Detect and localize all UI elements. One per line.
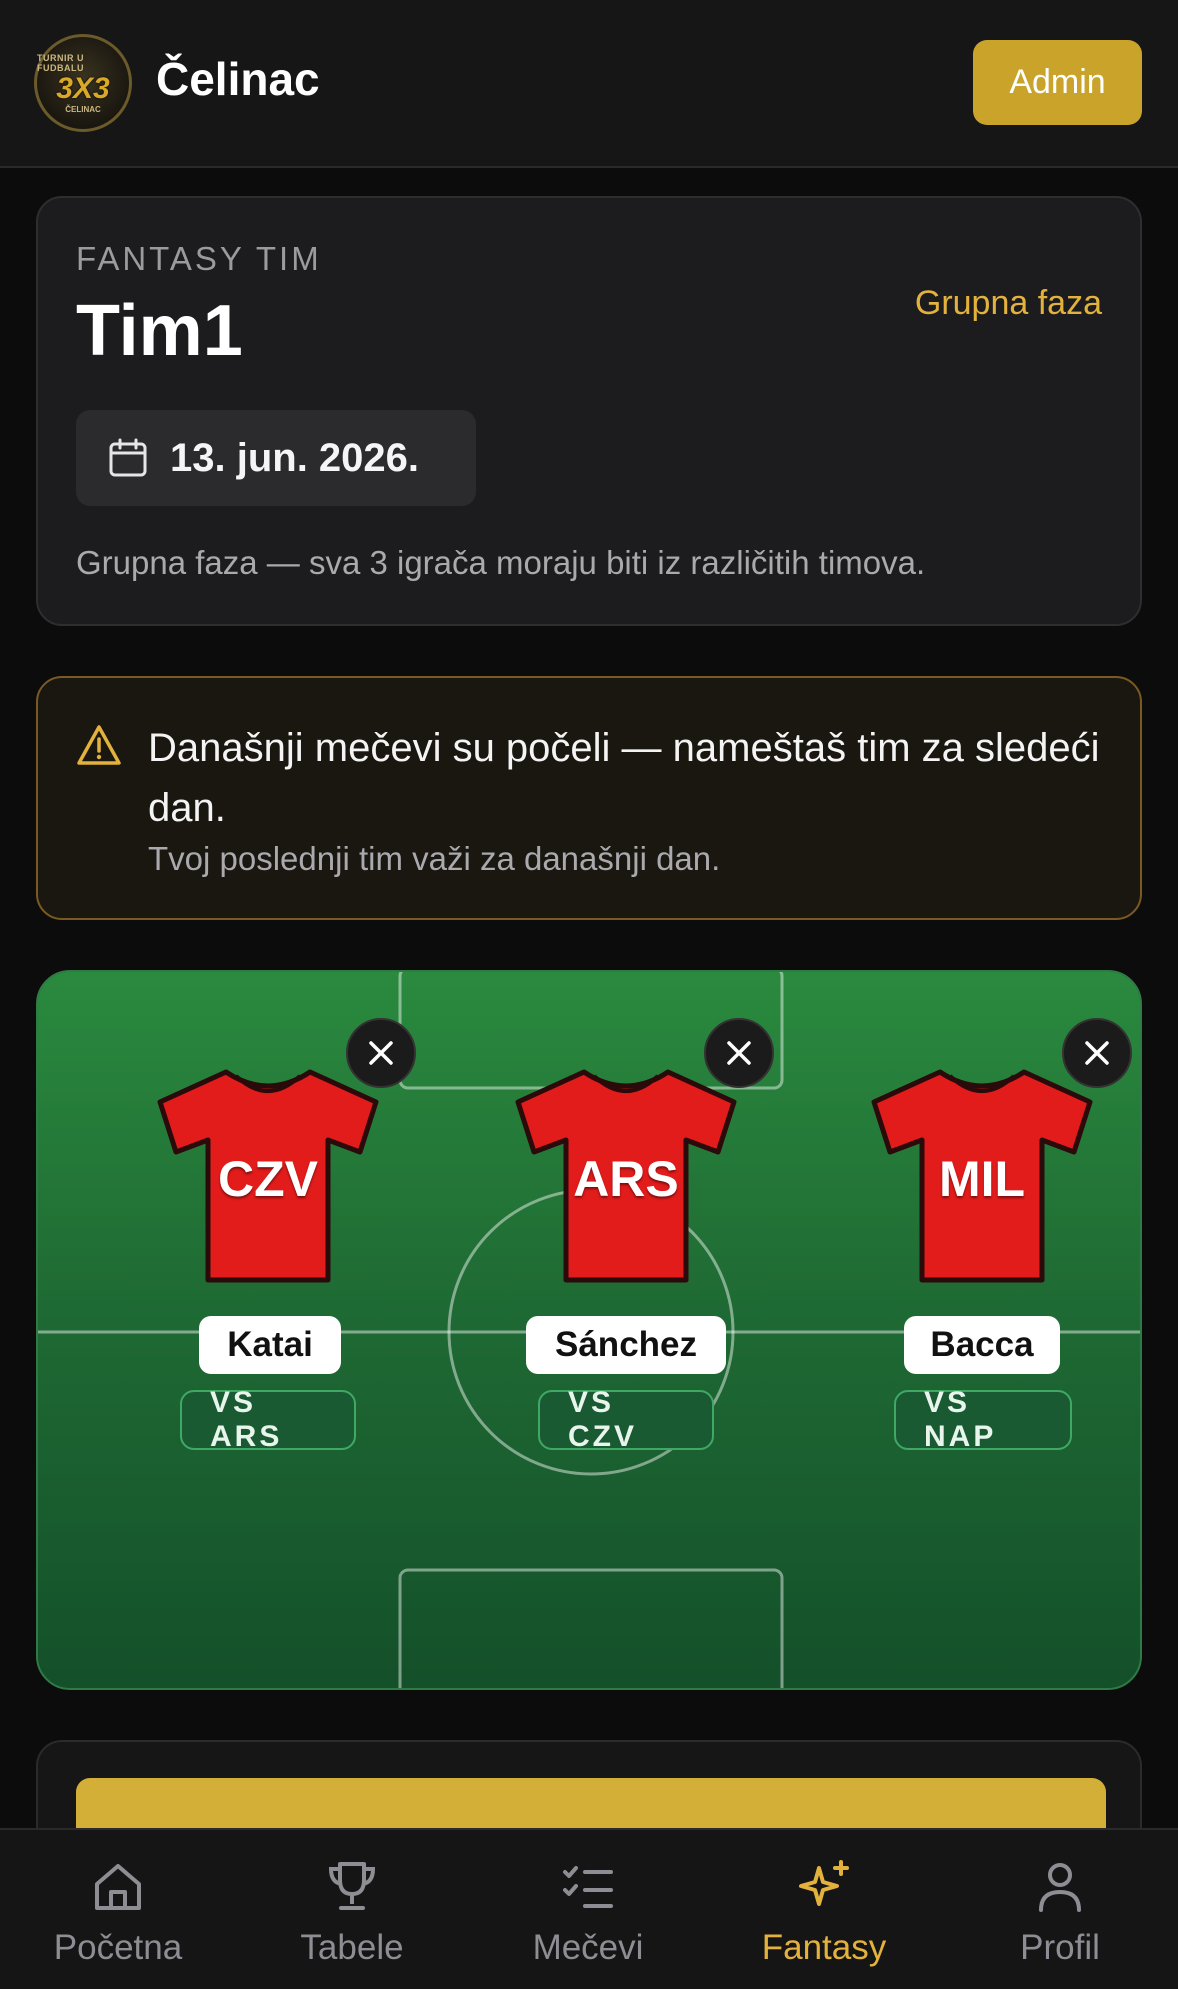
nav-item-tables[interactable]: Tabele (234, 1830, 470, 1989)
nav-item-fantasy[interactable]: Fantasy (706, 1830, 942, 1989)
rules-note: Grupna faza — sva 3 igrača moraju biti i… (76, 544, 926, 581)
close-icon (727, 1041, 751, 1065)
player-slot-1[interactable]: CZV Katai VS ARS (116, 972, 416, 1688)
player-name: Sánchez (526, 1316, 726, 1374)
nav-label: Početna (53, 1928, 183, 1967)
player-name: Bacca (904, 1316, 1060, 1374)
nav-item-profile[interactable]: Profil (942, 1830, 1178, 1989)
team-name: Tim1 (76, 291, 243, 371)
logo-line-1: TURNIR U FUDBALU (37, 52, 84, 73)
close-icon (369, 1041, 393, 1065)
nav-item-home[interactable]: Početna (0, 1830, 236, 1989)
user-icon (1039, 1863, 1081, 1912)
trophy-icon (328, 1862, 376, 1910)
nav-item-matches[interactable]: Mečevi (470, 1830, 706, 1989)
calendar-icon (109, 438, 147, 477)
app-title: Čelinac (156, 53, 320, 105)
jersey-team-code: MIL (938, 1151, 1026, 1207)
home-icon (95, 1864, 141, 1910)
card-kicker: FANTASY TIM (76, 240, 322, 277)
nav-label: Tabele (300, 1928, 404, 1967)
warning-title: Današnji mečevi su počeli — nameštaš tim… (148, 726, 1100, 830)
date-text: 13. jun. 2026. (170, 435, 420, 480)
opponent-tag: VS ARS (180, 1386, 356, 1453)
nav-label: Mečevi (532, 1928, 644, 1967)
player-name: Katai (199, 1316, 341, 1374)
tournament-logo[interactable]: TURNIR U FUDBALU 3X3 ČELINAC (34, 34, 132, 132)
fantasy-pitch: CZV Katai VS ARS ARS Sánchez VS CZV MIL … (36, 970, 1142, 1690)
sparkles-icon (799, 1860, 849, 1906)
admin-button[interactable]: Admin (973, 40, 1142, 125)
bottom-nav: Početna Tabele Mečevi Fantasy Profil (0, 1828, 1178, 1989)
logo-line-2: 3X3 (56, 71, 110, 105)
fantasy-team-card: FANTASY TIM Tim1 Grupna faza 13. jun. 20… (36, 196, 1142, 626)
fantasy-page: TURNIR U FUDBALU 3X3 ČELINAC Čelinac Adm… (0, 0, 1178, 1989)
warning-subtitle: Tvoj poslednji tim važi za današnji dan. (148, 840, 721, 877)
nav-label: Profil (1020, 1928, 1100, 1967)
jersey-team-code: CZV (218, 1151, 318, 1207)
logo-line-3: ČELINAC (65, 104, 101, 114)
warning-icon (77, 725, 121, 765)
app-header: TURNIR U FUDBALU 3X3 ČELINAC Čelinac Adm… (0, 0, 1178, 168)
nav-label: Fantasy (761, 1928, 887, 1967)
jersey-team-code: ARS (573, 1151, 679, 1207)
close-icon (1085, 1041, 1109, 1065)
player-slot-3[interactable]: MIL Bacca VS NAP (798, 972, 1132, 1688)
date-chip[interactable]: 13. jun. 2026. (76, 410, 476, 506)
opponent-tag: VS CZV (538, 1386, 714, 1453)
warning-banner: Današnji mečevi su počeli — nameštaš tim… (36, 676, 1142, 920)
player-slot-2[interactable]: ARS Sánchez VS CZV (440, 972, 774, 1688)
list-check-icon (563, 1866, 613, 1908)
phase-link[interactable]: Grupna faza (915, 284, 1102, 323)
opponent-tag: VS NAP (894, 1386, 1072, 1453)
